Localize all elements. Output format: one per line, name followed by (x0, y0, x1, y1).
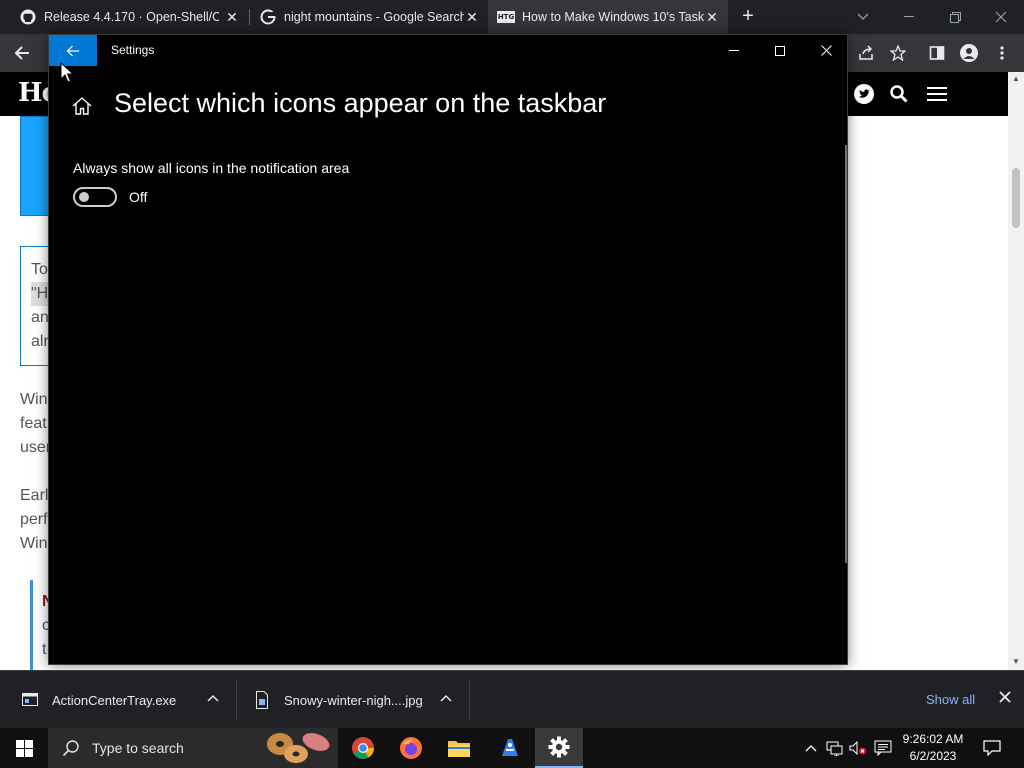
action-center-icon[interactable] (872, 728, 894, 768)
mouse-cursor-icon (60, 62, 74, 83)
chrome-icon (352, 737, 374, 759)
windows-logo-icon (15, 739, 33, 757)
settings-window-title: Settings (111, 43, 155, 57)
gear-icon (548, 736, 570, 758)
github-icon (20, 9, 36, 25)
tab-htg-article[interactable]: HTG How to Make Windows 10's Task ✕ (488, 0, 728, 34)
settings-close-button[interactable] (803, 35, 849, 66)
scroll-down-arrow-icon[interactable]: ▼ (1012, 657, 1020, 666)
search-icon (62, 740, 79, 757)
app-icon (502, 739, 518, 756)
download-item[interactable]: Snowy-winter-nigh....jpg (254, 671, 423, 729)
browser-tabstrip: Release 4.4.170 · Open-Shell/Ope ✕ night… (0, 0, 1024, 34)
search-highlight-donuts-icon (267, 733, 330, 763)
settings-scrollbar[interactable] (845, 145, 847, 563)
quote-text: an (31, 309, 49, 326)
settings-window: Settings Select which icons appear on th… (48, 34, 848, 665)
always-show-icons-label: Always show all icons in the notificatio… (73, 160, 350, 176)
notifications-icon[interactable] (980, 728, 1004, 768)
browser-close-button[interactable] (978, 0, 1024, 34)
new-tab-button[interactable]: + (738, 6, 758, 26)
divider (469, 679, 470, 721)
page-title: Select which icons appear on the taskbar (114, 88, 607, 118)
network-icon[interactable] (824, 728, 846, 768)
htg-icon: HTG (496, 11, 516, 23)
settings-minimize-button[interactable] (711, 35, 757, 66)
toggle-state-text: Off (129, 189, 148, 205)
tab-search-chevron-icon[interactable] (840, 0, 886, 34)
tab-title: night mountains - Google Search (284, 10, 464, 24)
folder-icon (448, 741, 470, 757)
quote-text: "H (31, 282, 49, 306)
browser-minimize-button[interactable] (886, 0, 932, 34)
clock-time: 9:26:02 AM (902, 732, 964, 746)
close-tab-icon[interactable]: ✕ (704, 9, 720, 25)
taskbar-firefox-button[interactable] (387, 728, 435, 768)
google-icon (260, 9, 276, 25)
show-hidden-icons-chevron-icon[interactable] (802, 728, 820, 768)
tab-title: How to Make Windows 10's Task (522, 10, 705, 24)
twitter-icon[interactable] (852, 82, 876, 106)
paragraph-text: perf (20, 511, 48, 528)
exe-file-icon (22, 693, 38, 706)
note-text: t (42, 641, 47, 658)
close-tab-icon[interactable]: ✕ (464, 9, 480, 25)
quote-text: alr (31, 333, 49, 350)
always-show-icons-toggle[interactable] (73, 187, 117, 207)
settings-maximize-button[interactable] (757, 35, 803, 66)
home-icon[interactable] (71, 95, 95, 119)
paragraph-text: user (20, 439, 52, 456)
close-downloads-bar-icon[interactable] (997, 691, 1013, 707)
taskbar-search-box[interactable]: Type to search (48, 728, 338, 768)
firefox-icon (400, 737, 422, 759)
download-options-chevron-icon[interactable] (438, 691, 454, 707)
settings-titlebar: Settings (49, 35, 847, 66)
quote-text: To (31, 261, 48, 278)
profile-avatar-icon[interactable] (957, 41, 981, 65)
page-scrollbar[interactable]: ▲ ▼ (1008, 72, 1024, 670)
taskbar-chrome-button[interactable] (339, 728, 387, 768)
back-arrow-icon (66, 45, 79, 56)
download-options-chevron-icon[interactable] (205, 691, 221, 707)
tab-title: Release 4.4.170 · Open-Shell/Ope (44, 10, 219, 24)
toggle-knob (79, 192, 89, 202)
close-tab-icon[interactable]: ✕ (224, 9, 240, 25)
clock-date: 6/2/2023 (909, 749, 957, 763)
search-placeholder: Type to search (92, 740, 184, 756)
taskbar-clock[interactable]: 9:26:02 AM 6/2/2023 (893, 731, 973, 765)
paragraph-text: Win (20, 535, 48, 552)
search-icon[interactable] (887, 82, 911, 106)
side-panel-icon[interactable] (925, 41, 949, 65)
divider (236, 679, 237, 721)
download-item[interactable]: ActionCenterTray.exe (22, 671, 176, 729)
hamburger-menu-icon[interactable] (925, 82, 949, 106)
tab-google-search[interactable]: night mountains - Google Search ✕ (240, 0, 488, 34)
bookmark-star-icon[interactable] (886, 41, 910, 65)
taskbar-app-button[interactable] (486, 728, 534, 768)
volume-muted-icon[interactable] (848, 728, 868, 768)
windows-taskbar: Type to search 9:26:02 AM 6/2/2023 (0, 728, 1024, 768)
image-file-icon (256, 691, 268, 709)
browser-restore-button[interactable] (932, 0, 978, 34)
scroll-up-arrow-icon[interactable]: ▲ (1012, 74, 1020, 83)
downloads-bar: ActionCenterTray.exe Snowy-winter-nigh..… (0, 670, 1024, 728)
show-all-downloads-link[interactable]: Show all (926, 692, 975, 707)
browser-menu-icon[interactable] (990, 41, 1014, 65)
paragraph-text: feat (20, 415, 47, 432)
start-button[interactable] (0, 728, 48, 768)
download-filename: ActionCenterTray.exe (52, 692, 177, 708)
share-icon[interactable] (854, 41, 878, 65)
paragraph-text: Win (20, 391, 48, 408)
taskbar-settings-button[interactable] (535, 728, 583, 768)
download-filename: Snowy-winter-nigh....jpg (284, 692, 423, 708)
taskbar-file-explorer-button[interactable] (435, 728, 483, 768)
back-arrow-icon[interactable] (10, 41, 34, 65)
scrollbar-thumb[interactable] (1012, 168, 1020, 228)
paragraph-text: Earl (20, 487, 49, 504)
tab-open-shell-release[interactable]: Release 4.4.170 · Open-Shell/Ope ✕ (0, 0, 248, 34)
